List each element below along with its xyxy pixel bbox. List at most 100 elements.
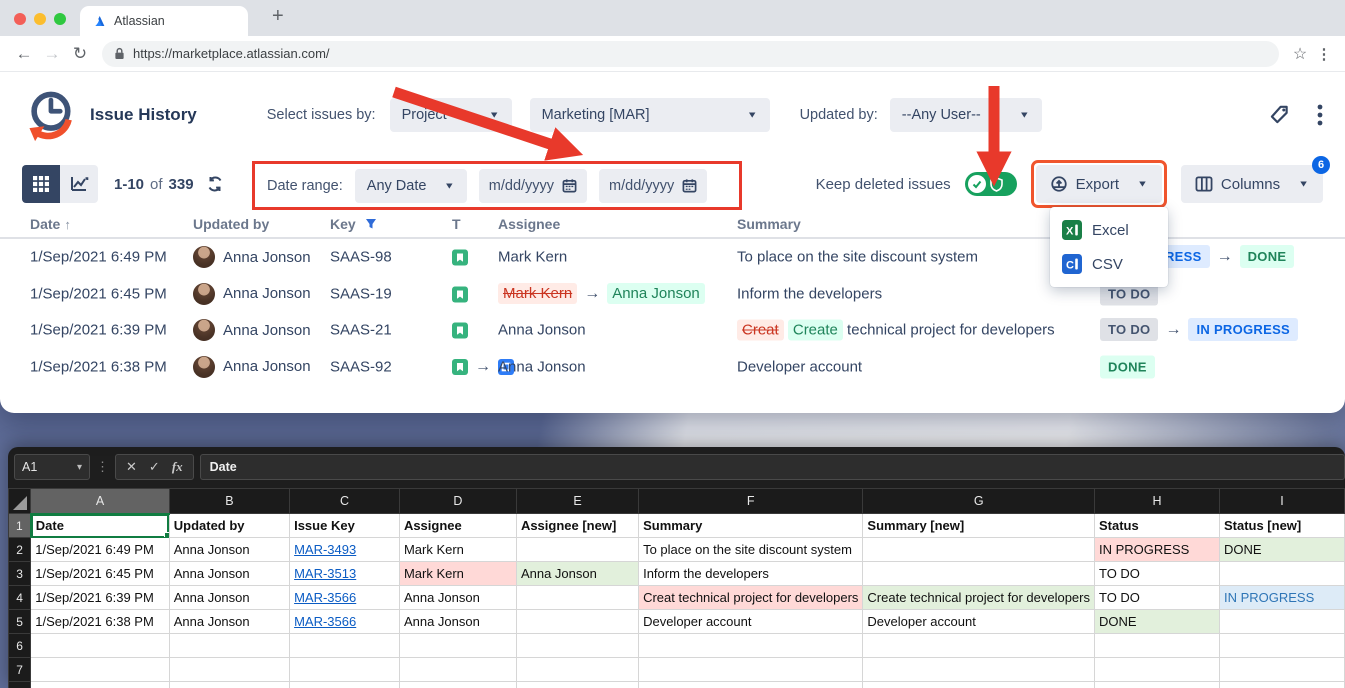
close-window-button[interactable] bbox=[14, 13, 26, 25]
cell-B2[interactable]: Anna Jonson bbox=[169, 538, 289, 562]
cell-B3[interactable]: Anna Jonson bbox=[169, 562, 289, 586]
export-menu-item-excel[interactable]: XExcel bbox=[1050, 213, 1168, 247]
formula-input[interactable]: Date bbox=[200, 454, 1345, 480]
chart-view-button[interactable] bbox=[60, 165, 98, 203]
cell-D4[interactable]: Anna Jonson bbox=[399, 586, 516, 610]
column-header-summary[interactable]: Summary bbox=[737, 216, 801, 232]
cell-G2[interactable] bbox=[863, 538, 1095, 562]
column-header-key[interactable]: Key bbox=[330, 216, 377, 232]
cell-G7[interactable] bbox=[863, 658, 1095, 682]
issue-key-link[interactable]: MAR-3493 bbox=[294, 542, 356, 557]
row-number[interactable]: 7 bbox=[9, 658, 31, 682]
new-tab-button[interactable]: + bbox=[272, 5, 284, 36]
grid-view-button[interactable] bbox=[22, 165, 60, 203]
cell-E8[interactable] bbox=[516, 682, 638, 688]
table-row[interactable]: 1/Sep/2021 6:38 PMAnna JonsonSAAS-92→Ann… bbox=[0, 349, 1345, 386]
forward-button[interactable]: → bbox=[38, 44, 66, 64]
cell-F6[interactable] bbox=[639, 634, 863, 658]
cell-G5[interactable]: Developer account bbox=[863, 610, 1095, 634]
cell-A7[interactable] bbox=[31, 658, 169, 682]
minimize-window-button[interactable] bbox=[34, 13, 46, 25]
cell-C8[interactable] bbox=[290, 682, 400, 688]
refresh-icon[interactable] bbox=[206, 175, 224, 193]
cell-D8[interactable] bbox=[399, 682, 516, 688]
cell-B5[interactable]: Anna Jonson bbox=[169, 610, 289, 634]
address-bar[interactable]: https://marketplace.atlassian.com/ bbox=[102, 41, 1279, 67]
cell-B1[interactable]: Updated by bbox=[169, 514, 289, 538]
cell-H3[interactable]: TO DO bbox=[1094, 562, 1219, 586]
cell-C2[interactable]: MAR-3493 bbox=[290, 538, 400, 562]
browser-menu-icon[interactable]: ⋮ bbox=[1313, 45, 1335, 63]
cell-G4[interactable]: Create technical project for developers bbox=[863, 586, 1095, 610]
reload-button[interactable]: ↻ bbox=[66, 44, 94, 64]
cell-C5[interactable]: MAR-3566 bbox=[290, 610, 400, 634]
keep-deleted-toggle[interactable] bbox=[965, 172, 1017, 196]
cell-H6[interactable] bbox=[1094, 634, 1219, 658]
cell-I8[interactable] bbox=[1219, 682, 1344, 688]
table-row[interactable]: 1/Sep/2021 6:39 PMAnna JonsonSAAS-21Anna… bbox=[0, 312, 1345, 349]
cell-I3[interactable] bbox=[1219, 562, 1344, 586]
cell-E5[interactable] bbox=[516, 610, 638, 634]
cell-C4[interactable]: MAR-3566 bbox=[290, 586, 400, 610]
cell-H2[interactable]: IN PROGRESS bbox=[1094, 538, 1219, 562]
cell-I5[interactable] bbox=[1219, 610, 1344, 634]
cell-A3[interactable]: 1/Sep/2021 6:45 PM bbox=[31, 562, 169, 586]
column-header-D[interactable]: D bbox=[399, 489, 516, 514]
cell-A5[interactable]: 1/Sep/2021 6:38 PM bbox=[31, 610, 169, 634]
row-number[interactable]: 1 bbox=[9, 514, 31, 538]
cell-A1[interactable]: Date bbox=[31, 514, 169, 538]
cell-E1[interactable]: Assignee [new] bbox=[516, 514, 638, 538]
project-dropdown[interactable]: Marketing [MAR] ▼ bbox=[530, 98, 770, 132]
column-header-type[interactable]: T bbox=[452, 216, 461, 232]
column-header-B[interactable]: B bbox=[169, 489, 289, 514]
date-to-input[interactable]: m/dd/yyyy bbox=[599, 169, 707, 203]
export-button[interactable]: Export ▼ bbox=[1036, 165, 1162, 203]
cell-D3[interactable]: Mark Kern bbox=[399, 562, 516, 586]
cell-issue-key[interactable]: SAAS-21 bbox=[330, 322, 392, 339]
cell-F2[interactable]: To place on the site discount system bbox=[639, 538, 863, 562]
column-header-G[interactable]: G bbox=[863, 489, 1095, 514]
column-header-assignee[interactable]: Assignee bbox=[498, 216, 560, 232]
column-header-I[interactable]: I bbox=[1219, 489, 1344, 514]
cell-B8[interactable] bbox=[169, 682, 289, 688]
cell-F5[interactable]: Developer account bbox=[639, 610, 863, 634]
export-menu-item-csv[interactable]: CCSV bbox=[1050, 247, 1168, 281]
updated-by-dropdown[interactable]: --Any User-- ▼ bbox=[890, 98, 1042, 132]
issue-key-link[interactable]: MAR-3566 bbox=[294, 590, 356, 605]
cell-G1[interactable]: Summary [new] bbox=[863, 514, 1095, 538]
select-all-corner[interactable] bbox=[9, 489, 31, 514]
cell-I1[interactable]: Status [new] bbox=[1219, 514, 1344, 538]
column-header-date[interactable]: Date↑ bbox=[30, 216, 71, 232]
cell-G3[interactable] bbox=[863, 562, 1095, 586]
cell-G6[interactable] bbox=[863, 634, 1095, 658]
cell-C6[interactable] bbox=[290, 634, 400, 658]
cell-D6[interactable] bbox=[399, 634, 516, 658]
row-number[interactable]: 3 bbox=[9, 562, 31, 586]
column-header-C[interactable]: C bbox=[290, 489, 400, 514]
cell-E2[interactable] bbox=[516, 538, 638, 562]
cell-I4[interactable]: IN PROGRESS bbox=[1219, 586, 1344, 610]
cell-H5[interactable]: DONE bbox=[1094, 610, 1219, 634]
cell-name-box[interactable]: A1 ▾ bbox=[14, 454, 90, 480]
cell-E6[interactable] bbox=[516, 634, 638, 658]
cell-A6[interactable] bbox=[31, 634, 169, 658]
cell-issue-key[interactable]: SAAS-92 bbox=[330, 358, 392, 375]
cell-D1[interactable]: Assignee bbox=[399, 514, 516, 538]
cell-A8[interactable] bbox=[31, 682, 169, 688]
column-header-F[interactable]: F bbox=[639, 489, 863, 514]
maximize-window-button[interactable] bbox=[54, 13, 66, 25]
select-by-dropdown[interactable]: Project ▼ bbox=[390, 98, 512, 132]
column-header-A[interactable]: A bbox=[31, 489, 169, 514]
cell-D2[interactable]: Mark Kern bbox=[399, 538, 516, 562]
cell-E7[interactable] bbox=[516, 658, 638, 682]
issue-key-link[interactable]: MAR-3513 bbox=[294, 566, 356, 581]
cell-H4[interactable]: TO DO bbox=[1094, 586, 1219, 610]
column-header-updated-by[interactable]: Updated by bbox=[193, 216, 269, 232]
cell-F4[interactable]: Creat technical project for developers bbox=[639, 586, 863, 610]
cell-I7[interactable] bbox=[1219, 658, 1344, 682]
enter-formula-icon[interactable]: ✓ bbox=[149, 459, 160, 475]
cancel-formula-icon[interactable]: ✕ bbox=[126, 459, 137, 475]
cell-E4[interactable] bbox=[516, 586, 638, 610]
cell-D7[interactable] bbox=[399, 658, 516, 682]
row-number[interactable]: 5 bbox=[9, 610, 31, 634]
